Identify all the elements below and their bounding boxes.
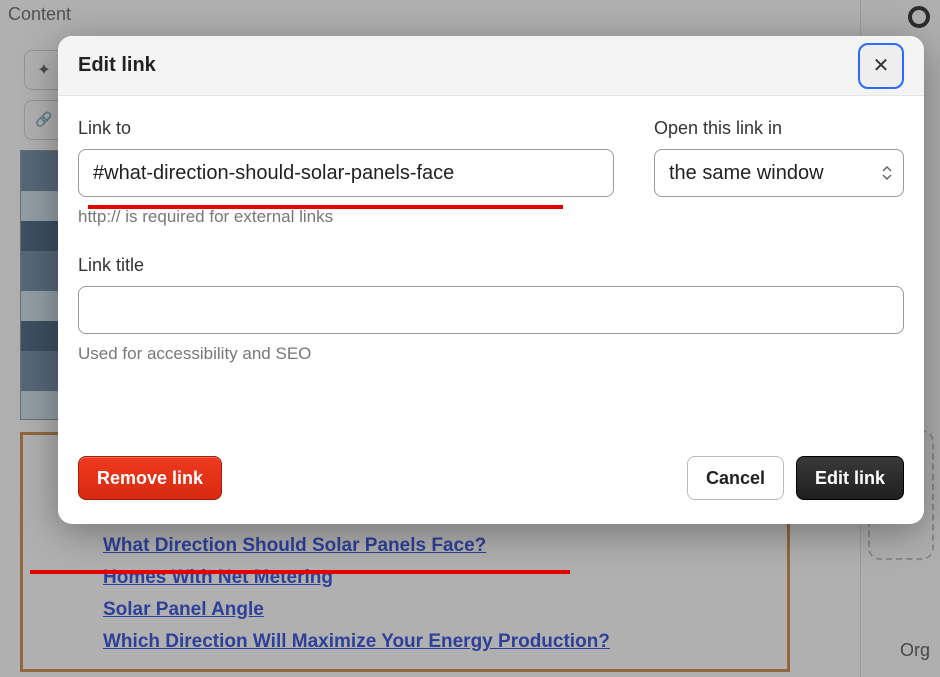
link-title-input[interactable] [78,286,904,334]
open-in-label: Open this link in [654,118,904,139]
cancel-button[interactable]: Cancel [687,456,784,500]
modal-title: Edit link [78,54,156,77]
remove-link-button[interactable]: Remove link [78,456,222,500]
open-in-value: the same window [669,162,824,185]
link-to-label: Link to [78,118,614,139]
link-title-helper: Used for accessibility and SEO [78,344,904,364]
edit-link-modal: Edit link ✕ Link to http:// is required … [58,36,924,524]
close-button[interactable]: ✕ [858,43,904,89]
submit-edit-link-button[interactable]: Edit link [796,456,904,500]
open-in-select[interactable]: the same window [654,149,904,197]
close-icon: ✕ [873,53,890,78]
modal-body: Link to http:// is required for external… [58,96,924,438]
link-to-input[interactable] [78,149,614,197]
link-to-helper: http:// is required for external links [78,207,614,227]
modal-header: Edit link ✕ [58,36,924,96]
link-title-label: Link title [78,255,904,276]
modal-footer: Remove link Cancel Edit link [58,438,924,524]
